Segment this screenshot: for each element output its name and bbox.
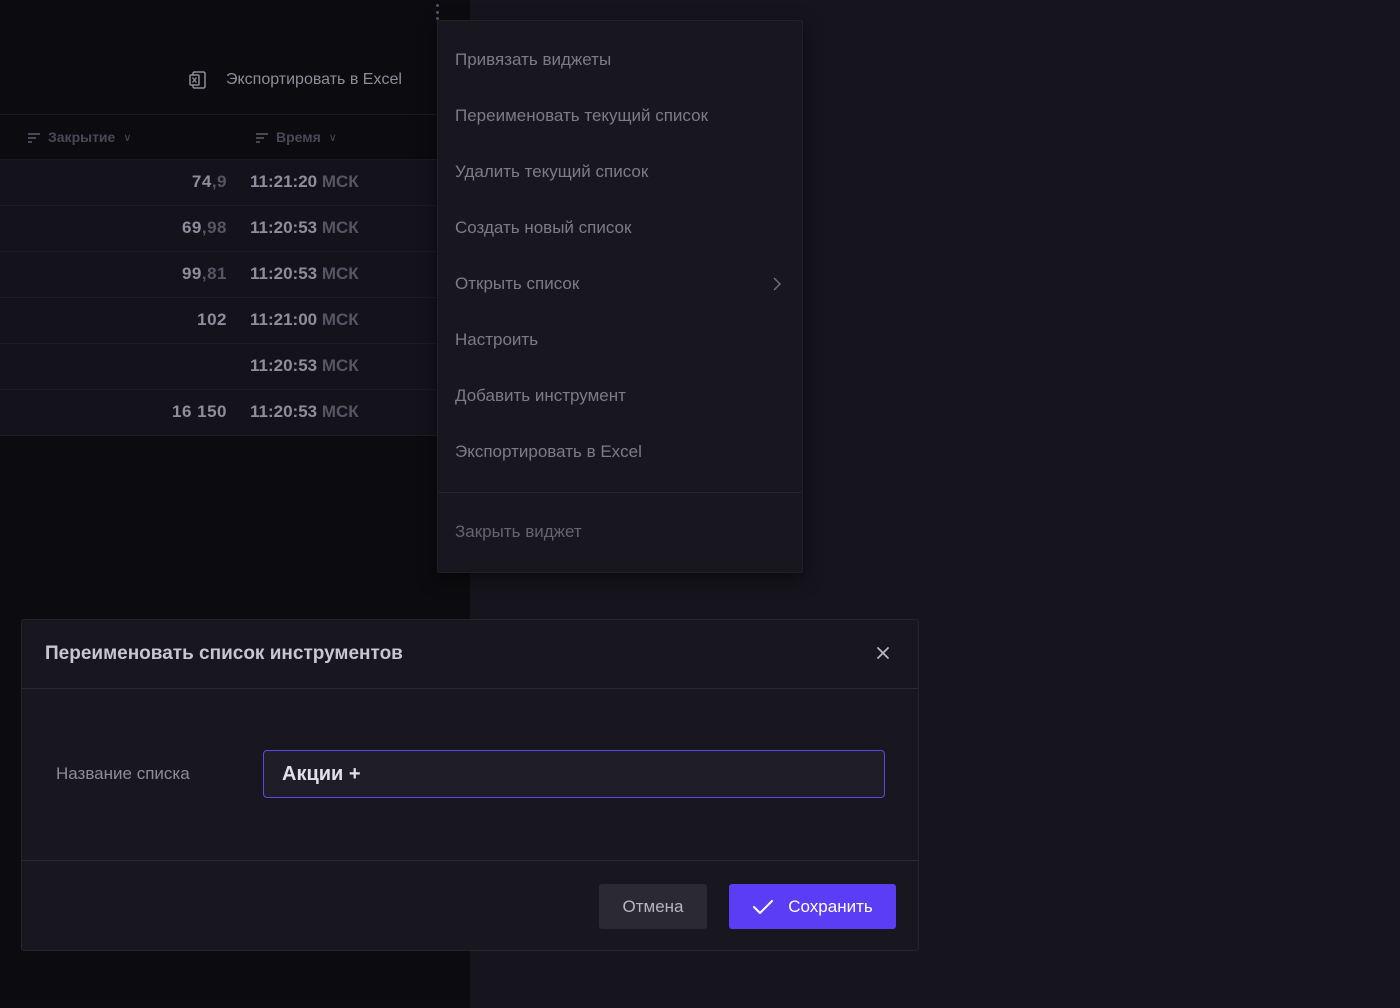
menu-item-rename-list[interactable]: Переименовать текущий список xyxy=(455,101,782,131)
chevron-down-icon: ∨ xyxy=(123,131,132,144)
save-button-label: Сохранить xyxy=(788,896,873,916)
close-price-cell: 99,81 xyxy=(181,264,227,283)
close-dialog-button[interactable] xyxy=(872,642,894,664)
menu-item-label: Добавить инструмент xyxy=(455,386,626,405)
list-name-input[interactable] xyxy=(263,750,885,798)
rename-list-dialog: Переименовать список инструментов Назван… xyxy=(21,619,919,951)
save-button[interactable]: Сохранить xyxy=(729,884,896,929)
menu-item-label: Настроить xyxy=(455,330,539,349)
menu-divider xyxy=(438,492,802,493)
table-header: Закрытие ∨ Время ∨ xyxy=(0,114,470,160)
column-header-time[interactable]: Время ∨ xyxy=(256,129,337,145)
menu-item-label: Переименовать текущий список xyxy=(455,106,709,125)
table-row[interactable]: 74,9 11:21:20 МСК xyxy=(0,160,470,206)
menu-item-create-list[interactable]: Создать новый список xyxy=(455,213,782,243)
widget-menu-icon[interactable] xyxy=(434,4,440,20)
menu-item-configure[interactable]: Настроить xyxy=(455,325,782,355)
time-cell: 11:20:53 МСК xyxy=(250,218,359,237)
table-row[interactable]: 102 11:21:00 МСК xyxy=(0,298,470,344)
time-cell: 11:21:20 МСК xyxy=(250,172,359,191)
table-body: 74,9 11:21:20 МСК 69,98 11:20:53 МСК 99,… xyxy=(0,160,470,436)
close-price-cell: 102 xyxy=(197,310,227,329)
time-cell: 11:20:53 МСК xyxy=(250,264,359,283)
cancel-button[interactable]: Отмена xyxy=(599,884,707,929)
column-header-close[interactable]: Закрытие ∨ xyxy=(28,129,131,145)
menu-item-link-widgets[interactable]: Привязать виджеты xyxy=(455,45,782,75)
time-cell: 11:20:53 МСК xyxy=(250,402,359,421)
menu-item-label: Привязать виджеты xyxy=(455,50,612,69)
chevron-down-icon: ∨ xyxy=(328,131,337,144)
menu-item-open-list[interactable]: Открыть список xyxy=(455,269,782,299)
time-cell: 11:20:53 МСК xyxy=(250,356,359,375)
column-header-label: Закрытие xyxy=(48,129,116,145)
widget-context-menu: Привязать виджеты Переименовать текущий … xyxy=(437,20,803,573)
menu-item-label: Закрыть виджет xyxy=(455,522,582,541)
menu-item-label: Удалить текущий список xyxy=(455,162,649,181)
menu-item-close-widget[interactable]: Закрыть виджет xyxy=(455,517,782,547)
list-name-label: Название списка xyxy=(56,764,190,783)
table-row[interactable]: 69,98 11:20:53 МСК xyxy=(0,206,470,252)
export-excel-button[interactable]: Экспортировать в Excel xyxy=(188,64,402,96)
dialog-title: Переименовать список инструментов xyxy=(45,643,403,664)
excel-icon xyxy=(189,71,206,89)
check-icon xyxy=(753,899,774,914)
menu-item-label: Создать новый список xyxy=(455,218,632,237)
column-header-label: Время xyxy=(276,129,321,145)
sort-icon xyxy=(28,132,40,143)
close-price-cell: 16 150 xyxy=(172,402,227,421)
close-price-cell: 69,98 xyxy=(181,218,227,237)
menu-item-add-instrument[interactable]: Добавить инструмент xyxy=(455,381,782,411)
close-icon xyxy=(877,647,889,659)
app-stage: Экспортировать в Excel Закрытие ∨ Время … xyxy=(0,0,1400,1008)
table-row[interactable]: 16 150 11:20:53 МСК xyxy=(0,390,470,436)
close-price-cell: 74,9 xyxy=(191,172,227,191)
cancel-button-label: Отмена xyxy=(622,896,684,916)
menu-item-label: Открыть список xyxy=(455,274,580,293)
time-cell: 11:21:00 МСК xyxy=(250,310,359,329)
table-row[interactable]: 99,81 11:20:53 МСК xyxy=(0,252,470,298)
menu-item-delete-list[interactable]: Удалить текущий список xyxy=(455,157,782,187)
menu-item-export-excel[interactable]: Экспортировать в Excel xyxy=(455,437,782,467)
chevron-right-icon xyxy=(773,277,782,291)
sort-icon xyxy=(256,132,268,143)
dialog-footer: Отмена Сохранить xyxy=(22,860,918,952)
menu-item-label: Экспортировать в Excel xyxy=(455,442,642,461)
export-excel-label: Экспортировать в Excel xyxy=(226,71,402,88)
dialog-header: Переименовать список инструментов xyxy=(22,620,918,689)
table-row[interactable]: 11:20:53 МСК xyxy=(0,344,470,390)
